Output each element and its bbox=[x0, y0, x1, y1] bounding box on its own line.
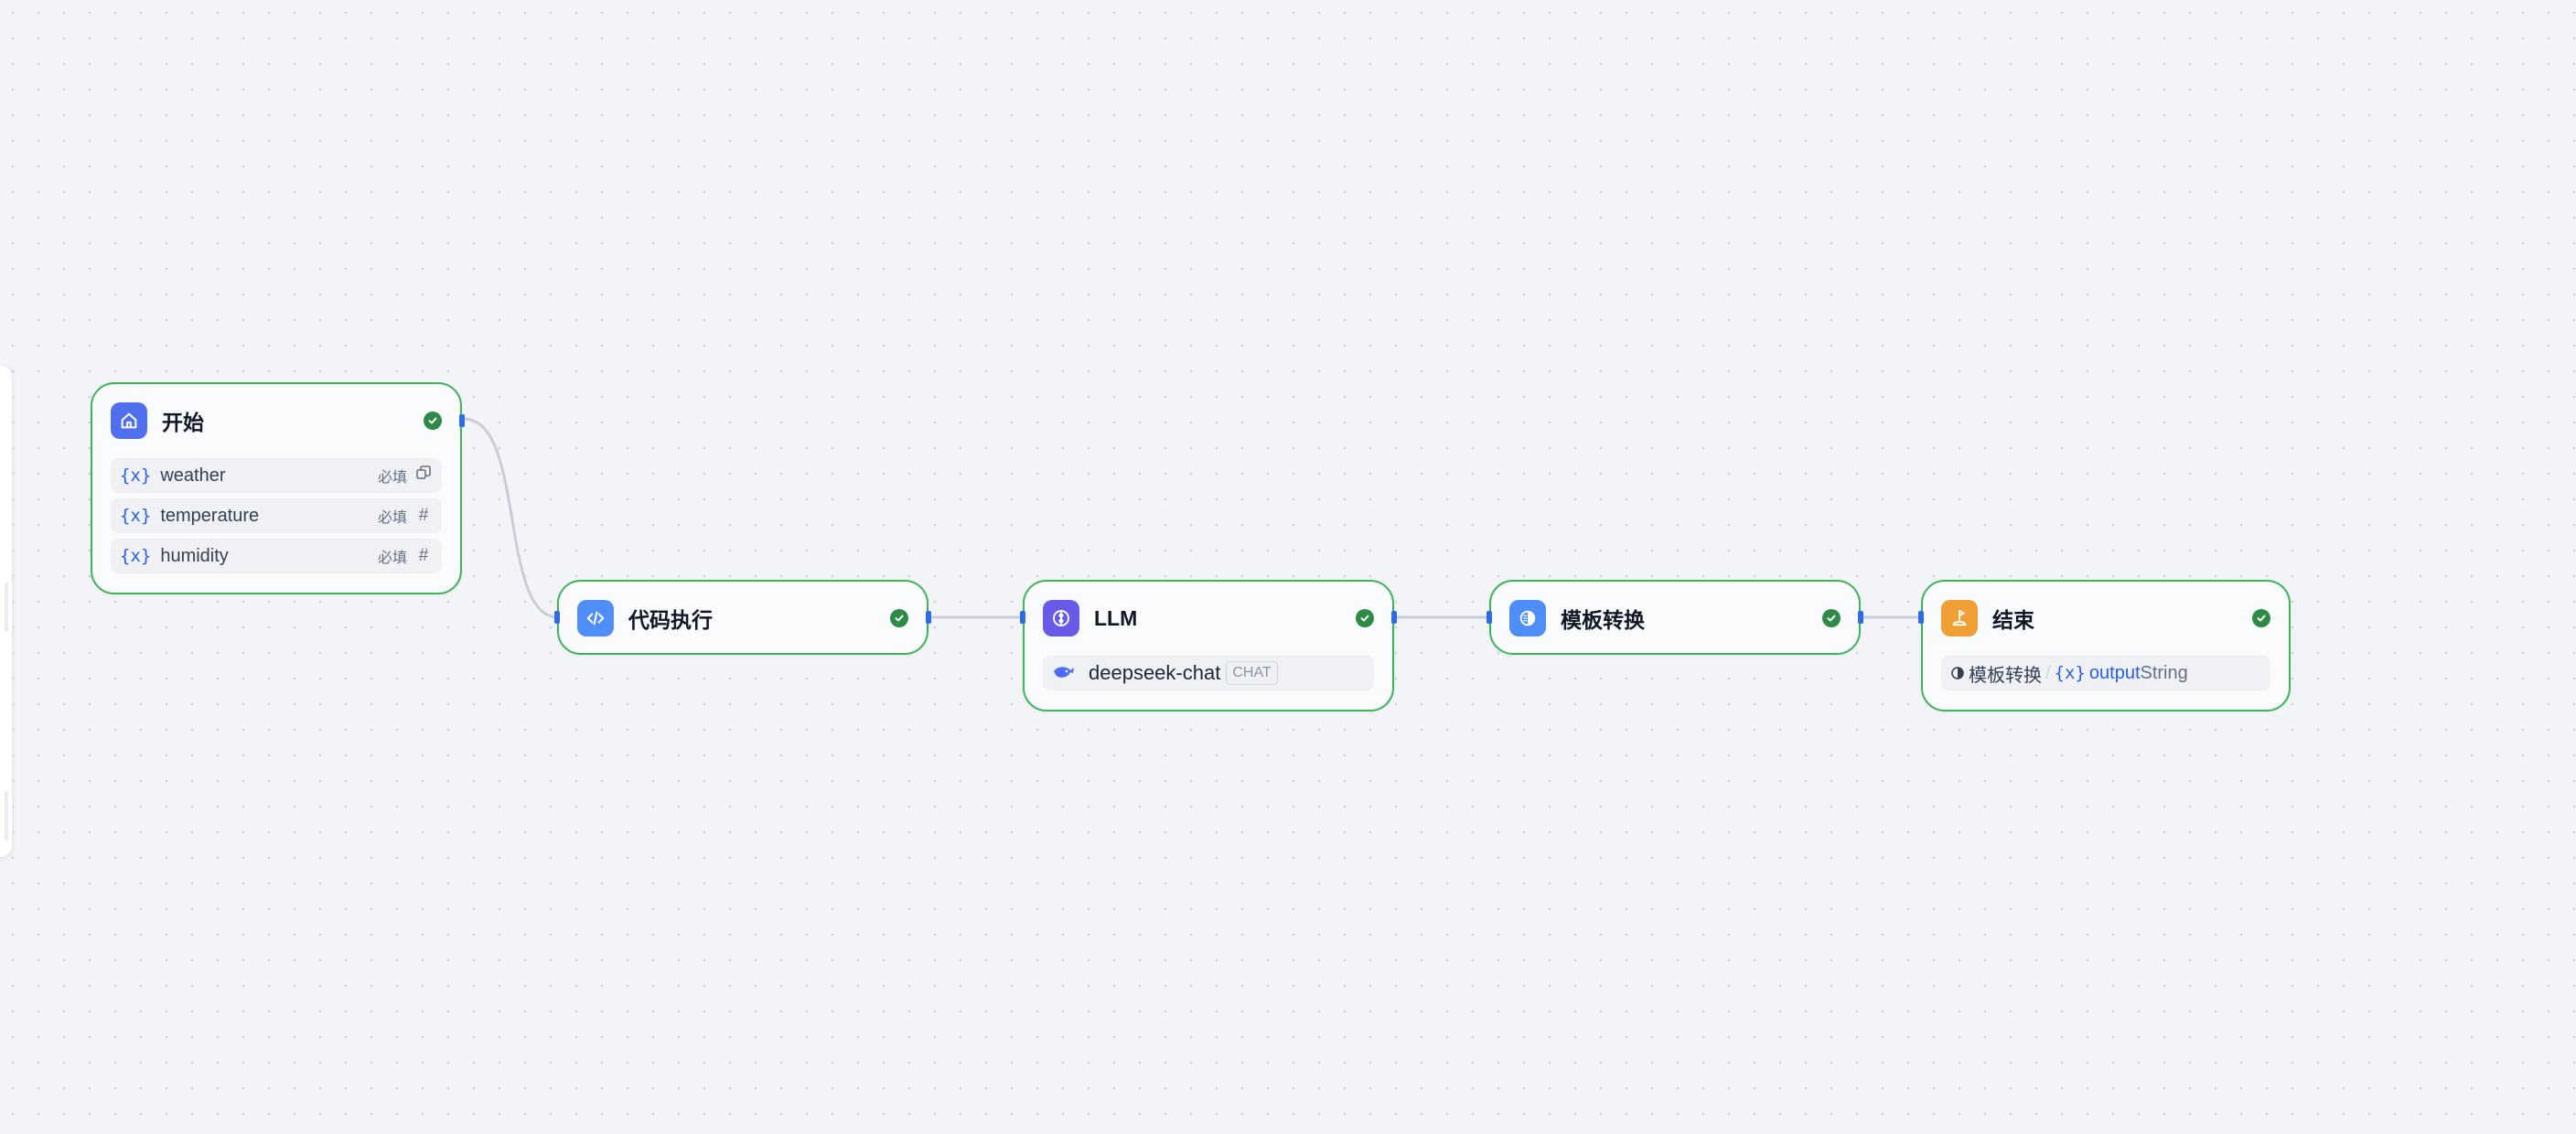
required-label: 必填 bbox=[377, 470, 407, 486]
model-selector[interactable]: deepseek-chat CHAT bbox=[1043, 656, 1374, 690]
success-check-icon bbox=[424, 412, 442, 430]
paragraph-icon bbox=[414, 465, 433, 487]
variable-icon: {x} bbox=[2054, 663, 2086, 683]
node-title: 模板转换 bbox=[1561, 608, 1645, 632]
code-icon bbox=[577, 600, 614, 637]
required-label: 必填 bbox=[377, 510, 407, 526]
required-label: 必填 bbox=[377, 551, 407, 566]
success-check-icon bbox=[1822, 609, 1841, 627]
node-title: 结束 bbox=[1992, 608, 2034, 632]
input-handle[interactable] bbox=[1487, 611, 1492, 624]
success-check-icon bbox=[2252, 609, 2270, 627]
output-var-name: output bbox=[2088, 662, 2141, 683]
output-handle[interactable] bbox=[459, 414, 465, 427]
workflow-canvas[interactable]: 开始 {x} weather 必填 {x} temperature 必填 # {… bbox=[0, 0, 2576, 1134]
variable-name: temperature bbox=[160, 505, 260, 526]
brain-icon bbox=[1043, 600, 1079, 637]
input-handle[interactable] bbox=[1918, 611, 1924, 624]
node-template[interactable]: 模板转换 bbox=[1487, 580, 1863, 655]
variable-row-humidity[interactable]: {x} humidity 必填 # bbox=[111, 539, 442, 573]
input-handle[interactable] bbox=[554, 611, 560, 624]
number-icon: # bbox=[418, 506, 429, 525]
output-var-type: String bbox=[2140, 662, 2188, 683]
variable-icon: {x} bbox=[120, 546, 152, 566]
edge-start-to-code[interactable] bbox=[463, 417, 559, 619]
output-variable-row[interactable]: 模板转换 / {x} output String bbox=[1941, 656, 2270, 690]
node-title: 开始 bbox=[162, 411, 204, 434]
input-handle[interactable] bbox=[1020, 611, 1025, 624]
number-icon: # bbox=[418, 546, 429, 565]
node-title: 代码执行 bbox=[628, 608, 713, 632]
success-check-icon bbox=[1356, 609, 1374, 627]
output-handle[interactable] bbox=[926, 611, 931, 624]
variable-name: humidity bbox=[160, 545, 229, 566]
success-check-icon bbox=[890, 609, 908, 627]
output-handle[interactable] bbox=[1858, 611, 1863, 624]
node-code[interactable]: 代码执行 bbox=[554, 580, 931, 655]
path-separator: / bbox=[2045, 662, 2051, 683]
end-flag-icon bbox=[1941, 600, 1978, 637]
variable-row-temperature[interactable]: {x} temperature 必填 # bbox=[111, 498, 442, 533]
node-start[interactable]: 开始 {x} weather 必填 {x} temperature 必填 # {… bbox=[91, 382, 465, 594]
output-handle[interactable] bbox=[1391, 611, 1397, 624]
source-node-name: 模板转换 bbox=[1969, 665, 2042, 686]
node-title: LLM bbox=[1094, 605, 1138, 630]
variable-icon: {x} bbox=[120, 465, 152, 486]
deepseek-whale-icon bbox=[1052, 664, 1076, 682]
variable-name: weather bbox=[160, 465, 226, 486]
model-mode-badge: CHAT bbox=[1226, 661, 1278, 685]
variable-icon: {x} bbox=[120, 506, 152, 526]
home-icon bbox=[111, 402, 147, 439]
template-icon bbox=[1509, 600, 1546, 637]
template-icon bbox=[1950, 666, 1965, 680]
node-end[interactable]: 结束 模板转换 / {x} output String bbox=[1918, 580, 2291, 711]
model-name: deepseek-chat bbox=[1089, 661, 1221, 684]
node-llm[interactable]: LLM deepseek-chat CHAT bbox=[1020, 580, 1397, 711]
variable-row-weather[interactable]: {x} weather 必填 bbox=[111, 458, 442, 493]
